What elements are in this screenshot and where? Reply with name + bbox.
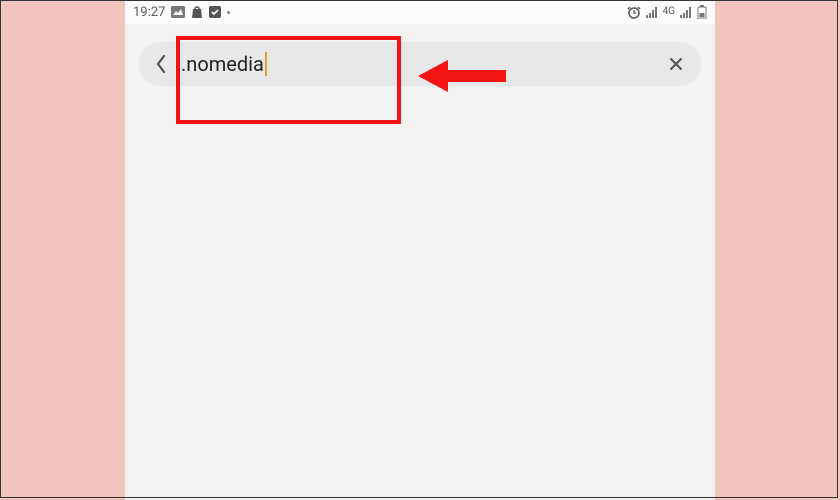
search-input[interactable]: .nomedia [181,52,653,76]
phone-screen: 19:27 4G [125,0,715,500]
status-right: 4G [627,5,707,19]
status-bar: 19:27 4G [125,0,715,24]
gallery-icon [171,6,185,18]
signal-icon-2 [680,7,692,18]
checkbox-icon [209,6,221,18]
text-cursor [265,52,267,76]
clear-icon[interactable] [667,55,685,73]
status-left: 19:27 [133,5,230,20]
alarm-icon [627,5,641,19]
signal-icon-1 [646,7,658,18]
network-label: 4G [663,7,675,17]
bag-icon [191,6,203,19]
battery-icon [697,5,707,19]
back-icon[interactable] [155,54,167,74]
search-input-value: .nomedia [181,52,264,76]
status-time: 19:27 [133,5,165,20]
more-dot-icon [227,11,230,14]
search-bar: .nomedia [139,42,701,86]
